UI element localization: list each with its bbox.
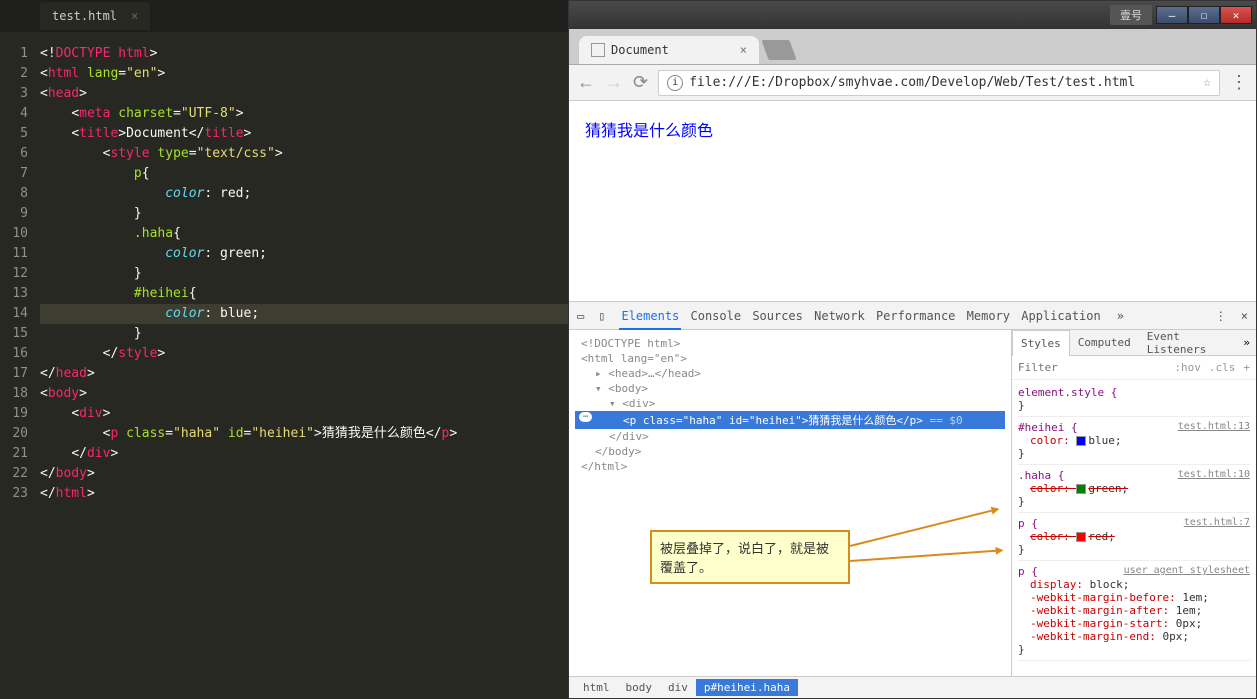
browser-tab[interactable]: Document × — [579, 36, 759, 64]
devtools-close-icon[interactable]: × — [1241, 309, 1248, 323]
editor-tab-test[interactable]: test.html × — [40, 2, 150, 30]
tab-filename: test.html — [52, 9, 117, 23]
window-maximize-button[interactable]: ☐ — [1188, 6, 1220, 24]
devtools-tab-performance[interactable]: Performance — [874, 309, 957, 323]
close-icon[interactable]: × — [740, 43, 747, 57]
address-bar: ← → ⟳ i file:///E:/Dropbox/smyhvae.com/D… — [569, 65, 1256, 101]
code-area[interactable]: <!DOCTYPE html><html lang="en"><head> <m… — [40, 32, 568, 699]
cls-toggle[interactable]: .cls — [1209, 361, 1236, 374]
devtools-tab-elements[interactable]: Elements — [619, 309, 681, 330]
css-rule[interactable]: test.html:13#heihei {color: blue;} — [1018, 417, 1250, 465]
devtools-tabs: ▭ ▯ Elements Console Sources Network Per… — [569, 302, 1256, 330]
more-icon[interactable]: » — [1243, 336, 1256, 349]
breadcrumb-item[interactable]: div — [660, 679, 696, 696]
styles-filter-input[interactable] — [1018, 361, 1166, 374]
url-text: file:///E:/Dropbox/smyhvae.com/Develop/W… — [689, 75, 1135, 90]
new-tab-button[interactable] — [761, 40, 796, 60]
window-label: 壹号 — [1110, 5, 1152, 25]
page-icon — [591, 43, 605, 57]
devtools-tab-network[interactable]: Network — [812, 309, 867, 323]
devtools: ▭ ▯ Elements Console Sources Network Per… — [569, 301, 1256, 698]
css-rule[interactable]: element.style {} — [1018, 382, 1250, 417]
inspect-icon[interactable]: ▭ — [577, 309, 584, 323]
url-input[interactable]: i file:///E:/Dropbox/smyhvae.com/Develop… — [658, 70, 1220, 96]
styles-tab-event-listeners[interactable]: Event Listeners — [1139, 330, 1244, 356]
info-icon[interactable]: i — [667, 75, 683, 91]
css-rule[interactable]: user agent stylesheetp {display: block;-… — [1018, 561, 1250, 661]
browser-tab-title: Document — [611, 43, 669, 57]
add-rule-button[interactable]: + — [1243, 361, 1250, 374]
device-icon[interactable]: ▯ — [598, 309, 605, 323]
devtools-tab-console[interactable]: Console — [689, 309, 744, 323]
styles-tabs: StylesComputedEvent Listeners» — [1012, 330, 1256, 356]
forward-button[interactable]: → — [605, 72, 623, 93]
line-gutter: 1234567891011121314151617181920212223 — [0, 32, 40, 699]
browser-window: 壹号 — ☐ ✕ Document × ← → ⟳ i file:///E:/D… — [568, 0, 1257, 699]
window-titlebar[interactable]: 壹号 — ☐ ✕ — [569, 1, 1256, 29]
window-minimize-button[interactable]: — — [1156, 6, 1188, 24]
styles-panel: StylesComputedEvent Listeners» :hov .cls… — [1011, 330, 1256, 676]
css-rule[interactable]: test.html:7p {color: red;} — [1018, 513, 1250, 561]
hov-toggle[interactable]: :hov — [1174, 361, 1201, 374]
elements-panel[interactable]: <!DOCTYPE html><html lang="en">▸ <head>…… — [569, 330, 1011, 676]
breadcrumb-item[interactable]: p#heihei.haha — [696, 679, 798, 696]
annotation-callout: 被层叠掉了，说白了，就是被覆盖了。 — [650, 530, 850, 584]
css-rule[interactable]: test.html:10.haha {color: green;} — [1018, 465, 1250, 513]
reload-button[interactable]: ⟳ — [633, 72, 648, 93]
page-content: 猜猜我是什么颜色 — [569, 101, 1256, 301]
styles-tab-styles[interactable]: Styles — [1012, 330, 1070, 356]
devtools-tab-memory[interactable]: Memory — [965, 309, 1012, 323]
breadcrumb-item[interactable]: body — [618, 679, 661, 696]
window-close-button[interactable]: ✕ — [1220, 6, 1252, 24]
code-editor: test.html × 1234567891011121314151617181… — [0, 0, 568, 699]
breadcrumb-item[interactable]: html — [575, 679, 618, 696]
menu-icon[interactable]: ⋮ — [1230, 72, 1248, 93]
back-button[interactable]: ← — [577, 72, 595, 93]
devtools-menu-icon[interactable]: ⋮ — [1215, 309, 1227, 323]
more-tabs-icon[interactable]: » — [1117, 309, 1124, 323]
close-icon[interactable]: × — [131, 9, 138, 23]
browser-tab-strip: Document × — [569, 29, 1256, 65]
demo-paragraph: 猜猜我是什么颜色 — [585, 117, 1240, 141]
editor-tab-bar: test.html × — [0, 0, 568, 32]
devtools-tab-application[interactable]: Application — [1019, 309, 1102, 323]
style-rules[interactable]: element.style {}test.html:13#heihei {col… — [1012, 380, 1256, 676]
bookmark-icon[interactable]: ☆ — [1203, 75, 1211, 90]
styles-filter-bar: :hov .cls + — [1012, 356, 1256, 380]
devtools-tab-sources[interactable]: Sources — [750, 309, 805, 323]
elements-breadcrumb[interactable]: htmlbodydivp#heihei.haha — [569, 676, 1256, 698]
styles-tab-computed[interactable]: Computed — [1070, 336, 1139, 349]
